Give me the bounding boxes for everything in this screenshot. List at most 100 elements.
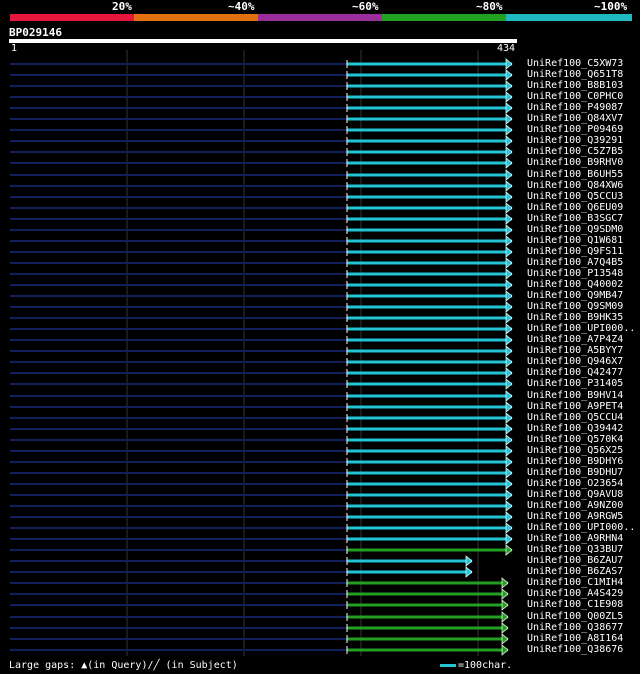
alignment-arrow: [505, 169, 513, 181]
hit-link[interactable]: UniRef100_C1E908: [527, 599, 623, 610]
alignment-arrow: [505, 500, 513, 512]
hit-link[interactable]: UniRef100_B6ZAS7: [527, 566, 623, 577]
alignment-arrow: [505, 478, 513, 490]
hit-link[interactable]: UniRef100_B9HK35: [527, 312, 623, 323]
hit-link[interactable]: UniRef100_Q39442: [527, 423, 623, 434]
alignment-arrow: [505, 80, 513, 92]
hit-link[interactable]: UniRef100_O23654: [527, 478, 623, 489]
hit-link[interactable]: UniRef100_C5XW73: [527, 58, 623, 69]
hit-link[interactable]: UniRef100_A7P4Z4: [527, 334, 623, 345]
hit-link[interactable]: UniRef100_B6UH55: [527, 169, 623, 180]
alignment-arrow: [505, 312, 513, 324]
identity-scale-segment: [10, 14, 134, 21]
hit-link[interactable]: UniRef100_P49087: [527, 102, 623, 113]
hit-link[interactable]: UniRef100_A9PET4: [527, 401, 623, 412]
hit-link[interactable]: UniRef100_Q33BU7: [527, 544, 623, 555]
alignment-arrow: [505, 235, 513, 247]
hit-link[interactable]: UniRef100_P31405: [527, 378, 623, 389]
alignment-arrow: [505, 434, 513, 446]
alignment-arrow: [505, 301, 513, 313]
alignment-arrow: [505, 202, 513, 214]
hit-link[interactable]: UniRef100_Q5CCU4: [527, 412, 623, 423]
hit-link[interactable]: UniRef100_Q38677: [527, 622, 623, 633]
hit-link[interactable]: UniRef100_Q40002: [527, 279, 623, 290]
alignment-arrow: [465, 566, 473, 578]
alignment-arrow: [501, 644, 509, 656]
hit-link[interactable]: UniRef100_Q00ZL5: [527, 611, 623, 622]
hit-link[interactable]: UniRef100_Q39291: [527, 135, 623, 146]
alignment-arrow: [505, 456, 513, 468]
scale-legend-text: =100char.: [458, 660, 513, 671]
hit-link[interactable]: UniRef100_P13548: [527, 268, 623, 279]
hit-link[interactable]: UniRef100_UPI000..: [527, 522, 635, 533]
hit-link[interactable]: UniRef100_B9RHV0: [527, 157, 623, 168]
alignment-arrow: [505, 401, 513, 413]
hit-link[interactable]: UniRef100_A9RHN4: [527, 533, 623, 544]
query-start: 1: [11, 43, 18, 54]
alignment-arrow: [505, 157, 513, 169]
hit-link[interactable]: UniRef100_Q651T8: [527, 69, 623, 80]
hit-link[interactable]: UniRef100_C1MIH4: [527, 577, 623, 588]
alignment-arrow: [501, 577, 509, 589]
hit-link[interactable]: UniRef100_Q9AVU8: [527, 489, 623, 500]
hit-link[interactable]: UniRef100_Q1W681: [527, 235, 623, 246]
hit-link[interactable]: UniRef100_Q56X25: [527, 445, 623, 456]
alignment-arrow: [505, 180, 513, 192]
alignment-arrow: [505, 124, 513, 136]
hit-link[interactable]: UniRef100_Q946X7: [527, 356, 623, 367]
alignment-arrow: [501, 622, 509, 634]
hit-link[interactable]: UniRef100_Q42477: [527, 367, 623, 378]
hit-link[interactable]: UniRef100_C0PHC0: [527, 91, 623, 102]
hit-link[interactable]: UniRef100_A8I164: [527, 633, 623, 644]
alignment-arrow: [505, 356, 513, 368]
alignment-arrow: [505, 224, 513, 236]
identity-scale-segment: [382, 14, 506, 21]
alignment-arrow: [505, 345, 513, 357]
hit-link[interactable]: UniRef100_Q38676: [527, 644, 623, 655]
hit-link[interactable]: UniRef100_Q9FS11: [527, 246, 623, 257]
hit-link[interactable]: UniRef100_P09469: [527, 124, 623, 135]
hit-link[interactable]: UniRef100_B9HV14: [527, 390, 623, 401]
alignment-arrow: [505, 246, 513, 258]
hit-link[interactable]: UniRef100_Q9MB47: [527, 290, 623, 301]
hit-link[interactable]: UniRef100_B9DHU7: [527, 467, 623, 478]
alignment-arrow: [505, 334, 513, 346]
alignment-arrow: [505, 412, 513, 424]
hit-link[interactable]: UniRef100_UPI000..: [527, 323, 635, 334]
alignment-arrow: [501, 633, 509, 645]
hit-link[interactable]: UniRef100_Q84XV7: [527, 113, 623, 124]
identity-scale-segment: [506, 14, 632, 21]
hit-link[interactable]: UniRef100_B6ZAU7: [527, 555, 623, 566]
hit-link[interactable]: UniRef100_B9DHY6: [527, 456, 623, 467]
alignment-arrow: [505, 378, 513, 390]
hit-link[interactable]: UniRef100_Q6EU09: [527, 202, 623, 213]
hit-link[interactable]: UniRef100_A5BYY7: [527, 345, 623, 356]
alignment-arrow: [505, 445, 513, 457]
hit-link[interactable]: UniRef100_Q9SM09: [527, 301, 623, 312]
identity-scale-label: ~100%: [594, 0, 628, 13]
hit-link[interactable]: UniRef100_B8B103: [527, 80, 623, 91]
identity-scale-label: ~80%: [476, 0, 503, 13]
hit-link[interactable]: UniRef100_A7Q4B5: [527, 257, 623, 268]
hit-link[interactable]: UniRef100_Q84XW6: [527, 180, 623, 191]
alignment-arrow: [505, 58, 513, 70]
hit-link[interactable]: UniRef100_Q9SDM0: [527, 224, 623, 235]
hit-link[interactable]: UniRef100_Q570K4: [527, 434, 623, 445]
alignment-arrow: [505, 135, 513, 147]
alignment-arrow: [505, 290, 513, 302]
hit-link[interactable]: UniRef100_Q5CCU3: [527, 191, 623, 202]
alignment-arrow: [501, 611, 509, 623]
alignment-arrow: [505, 390, 513, 402]
hit-link[interactable]: UniRef100_B3SGC7: [527, 213, 623, 224]
hit-link[interactable]: UniRef100_A9NZ00: [527, 500, 623, 511]
hit-link[interactable]: UniRef100_A9RGW5: [527, 511, 623, 522]
large-gaps-legend: Large gaps: ▲(in Query)/╱ (in Subject): [9, 660, 238, 671]
alignment-arrow: [505, 91, 513, 103]
alignment-arrow: [501, 599, 509, 611]
hit-link[interactable]: UniRef100_A4S429: [527, 588, 623, 599]
hit-link[interactable]: UniRef100_C5Z7B5: [527, 146, 623, 157]
alignment-arrow: [505, 146, 513, 158]
identity-scale-label: 20%: [112, 0, 132, 13]
alignment-arrow: [505, 423, 513, 435]
query-end: 434: [497, 43, 516, 54]
